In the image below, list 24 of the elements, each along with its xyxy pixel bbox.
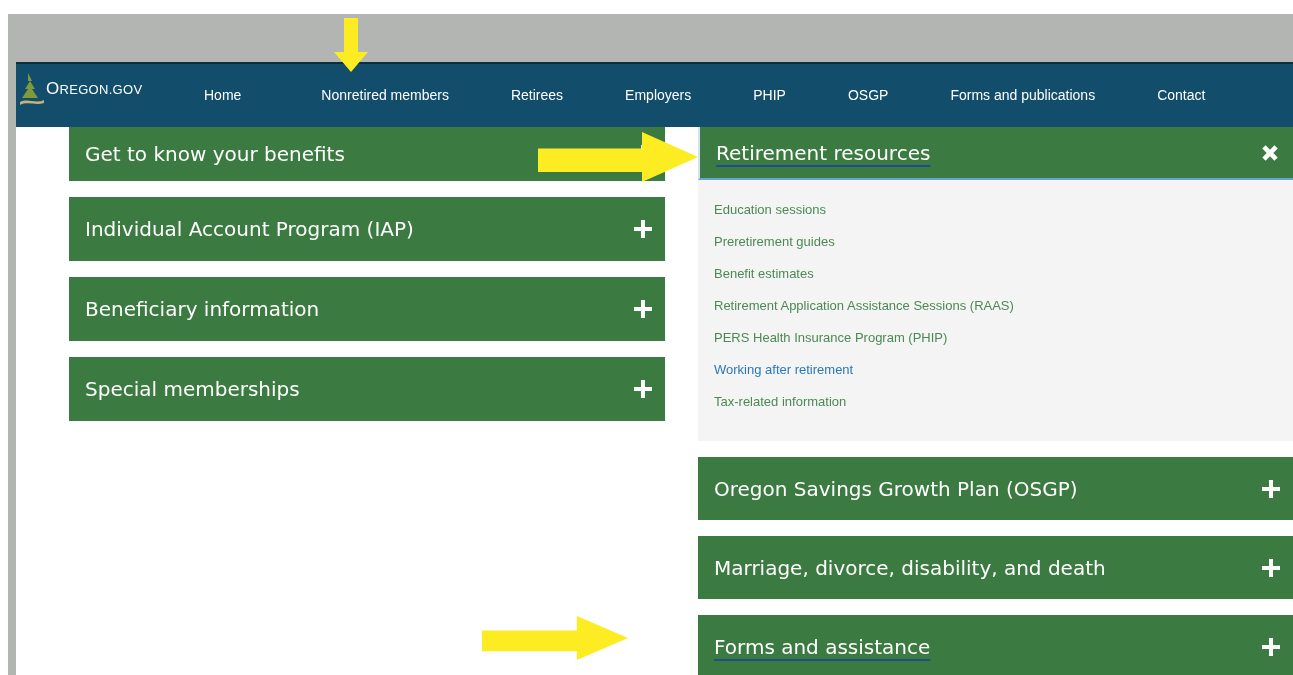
accordion-header[interactable]: Retirement resources	[698, 127, 1293, 180]
resource-link[interactable]: Benefit estimates	[714, 266, 814, 281]
resource-link[interactable]: Preretirement guides	[714, 234, 835, 249]
accordion-header[interactable]: Individual Account Program (IAP)	[69, 197, 665, 261]
accordion-header[interactable]: Oregon Savings Growth Plan (OSGP)	[698, 457, 1293, 520]
nav-link[interactable]: Contact	[1157, 82, 1206, 109]
resource-link[interactable]: Working after retirement	[714, 362, 854, 377]
accordion-header[interactable]: Special memberships	[69, 357, 665, 421]
resource-link[interactable]: Tax-related information	[714, 394, 847, 409]
accordion-header[interactable]: Forms and assistance	[698, 615, 1293, 675]
nav-link[interactable]: Retirees	[510, 82, 564, 109]
resource-link[interactable]: PERS Health Insurance Program (PHIP)	[714, 330, 948, 345]
accordion-header[interactable]: Marriage, divorce, disability, and death	[698, 536, 1293, 599]
nav-link[interactable]: Employers	[625, 82, 692, 109]
nav-link[interactable]: Nonretired members	[321, 82, 449, 109]
accordion-header[interactable]: Beneficiary information	[69, 277, 665, 341]
resource-link[interactable]: Retirement Application Assistance Sessions (RAAS)	[714, 298, 1014, 313]
nav-link[interactable]: Forms and publications	[950, 82, 1096, 109]
logo-text: OREGON.GOV	[46, 78, 143, 99]
nav-link[interactable]: OSGP	[847, 82, 889, 109]
nav-link[interactable]: PHIP	[753, 82, 786, 109]
resource-link[interactable]: Education sessions	[714, 202, 826, 217]
nav-link[interactable]: Home	[204, 82, 242, 109]
accordion-header[interactable]: Get to know your benefits	[69, 127, 665, 181]
